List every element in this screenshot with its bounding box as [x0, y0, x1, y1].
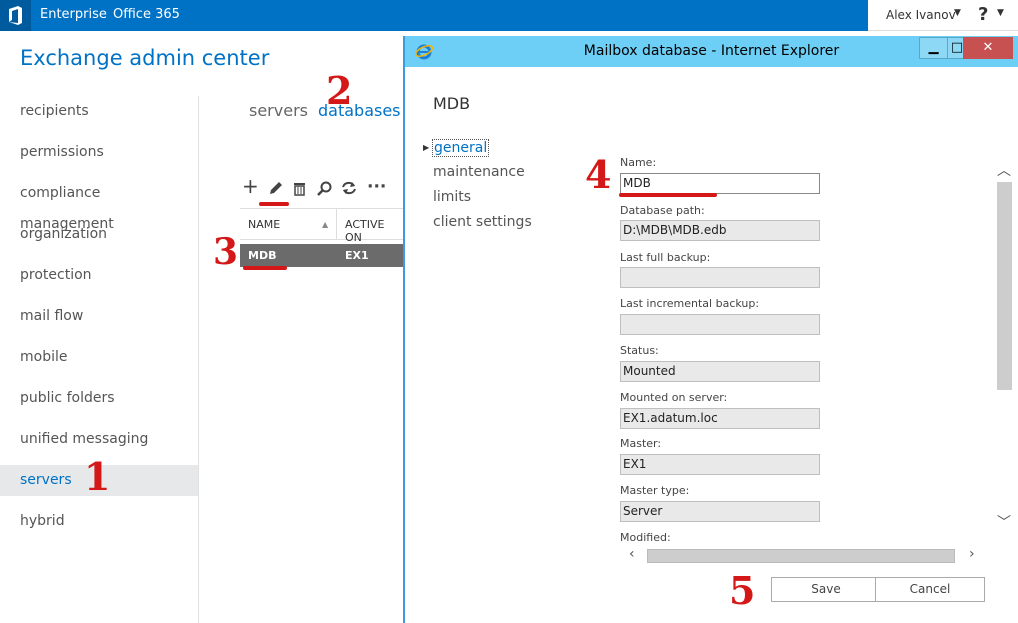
scroll-left-icon[interactable]: ‹	[629, 546, 635, 562]
nav-item-mail-flow[interactable]: mail flow	[0, 301, 198, 332]
user-name[interactable]: Alex Ivanov	[886, 8, 956, 22]
nav-item-organization[interactable]: organization	[0, 219, 198, 250]
horizontal-scrollbar[interactable]: ‹ ›	[625, 546, 985, 564]
delete-trash-icon[interactable]	[292, 181, 307, 196]
more-ellipsis-icon[interactable]: ···	[367, 177, 386, 197]
name-label: Name:	[620, 156, 657, 169]
save-button[interactable]: Save	[771, 577, 881, 602]
vertical-scroll-thumb[interactable]	[997, 182, 1012, 390]
nav-item-hybrid[interactable]: hybrid	[0, 506, 198, 537]
column-header-name[interactable]: NAME	[248, 218, 280, 231]
mounted-on-server-field: EX1.adatum.loc	[620, 408, 820, 429]
top-bar: Enterprise Office 365 Alex Ivanov ▼ ? ▼	[0, 0, 1018, 31]
dialog-titlebar[interactable]: Mailbox database - Internet Explorer ▁ □…	[405, 36, 1018, 67]
dialog-nav-maintenance[interactable]: maintenance	[433, 164, 525, 180]
modified-label: Modified:	[620, 531, 671, 544]
dialog-nav-client-settings[interactable]: client settings	[433, 214, 532, 230]
master-field: EX1	[620, 454, 820, 475]
cancel-button[interactable]: Cancel	[875, 577, 985, 602]
annotation-5: 5	[729, 568, 756, 613]
annotation-underline-name	[619, 193, 717, 197]
mounted-on-server-label: Mounted on server:	[620, 391, 728, 404]
master-label: Master:	[620, 437, 662, 450]
nav-item-public-folders[interactable]: public folders	[0, 383, 198, 414]
annotation-underline-mdb-row	[243, 266, 287, 270]
nav-item-protection[interactable]: protection	[0, 260, 198, 291]
scroll-right-icon[interactable]: ›	[969, 546, 975, 562]
help-chevron-down-icon[interactable]: ▼	[997, 8, 1004, 18]
master-type-field: Server	[620, 501, 820, 522]
annotation-1: 1	[84, 454, 111, 499]
status-label: Status:	[620, 344, 659, 357]
scroll-down-icon[interactable]: ﹀	[997, 512, 1011, 532]
last-incremental-backup-field	[620, 314, 820, 335]
dialog-heading: MDB	[433, 94, 471, 113]
status-field: Mounted	[620, 361, 820, 382]
office-logo-icon[interactable]	[0, 0, 31, 31]
nav-item-permissions[interactable]: permissions	[0, 137, 198, 168]
nav-divider	[198, 96, 199, 623]
cell-active-on: EX1	[345, 249, 369, 262]
last-full-backup-label: Last full backup:	[620, 251, 711, 264]
user-chevron-down-icon[interactable]: ▼	[954, 8, 961, 18]
annotation-2: 2	[326, 68, 353, 113]
dialog-nav-limits[interactable]: limits	[433, 189, 471, 205]
sort-up-icon[interactable]: ▲	[322, 220, 328, 229]
nav-item-unified-messaging[interactable]: unified messaging	[0, 424, 198, 455]
edit-pencil-icon[interactable]	[267, 180, 284, 197]
add-icon[interactable]: +	[242, 174, 259, 198]
search-icon[interactable]	[317, 181, 332, 196]
cell-name: MDB	[248, 249, 277, 262]
table-header: NAME ▲ ACTIVE ON	[240, 208, 404, 244]
table-row[interactable]: MDB EX1	[240, 244, 404, 267]
app-title: Exchange admin center	[20, 46, 270, 70]
minimize-button[interactable]: ▁	[919, 37, 948, 59]
master-type-label: Master type:	[620, 484, 690, 497]
close-button[interactable]: ✕	[963, 37, 1013, 59]
last-full-backup-field	[620, 267, 820, 288]
horizontal-scroll-thumb[interactable]	[647, 549, 955, 563]
help-icon[interactable]: ?	[978, 4, 988, 25]
database-path-field: D:\MDB\MDB.edb	[620, 220, 820, 241]
nav-enterprise[interactable]: Enterprise	[40, 7, 107, 22]
nav-item-compliance-management[interactable]: compliance management	[0, 178, 198, 232]
annotation-4: 4	[585, 152, 612, 197]
dialog-nav-general[interactable]: general	[432, 139, 490, 157]
refresh-icon[interactable]	[341, 180, 357, 196]
last-incremental-backup-label: Last incremental backup:	[620, 297, 760, 310]
selected-arrow-icon: ▶	[423, 143, 430, 152]
mailbox-database-dialog: Mailbox database - Internet Explorer ▁ □…	[403, 36, 1018, 623]
column-divider	[336, 209, 337, 239]
annotation-3: 3	[213, 231, 239, 273]
scroll-up-icon[interactable]: ︿	[997, 160, 1011, 180]
name-input[interactable]: MDB	[620, 173, 820, 194]
annotation-underline-edit	[259, 202, 289, 206]
nav-item-recipients[interactable]: recipients	[0, 96, 198, 127]
nav-item-mobile[interactable]: mobile	[0, 342, 198, 373]
database-path-label: Database path:	[620, 204, 705, 217]
nav-office365[interactable]: Office 365	[113, 7, 180, 22]
tab-servers[interactable]: servers	[249, 101, 308, 120]
vertical-scrollbar[interactable]: ︿ ﹀	[995, 163, 1013, 534]
column-header-active-on[interactable]: ACTIVE ON	[345, 218, 404, 244]
